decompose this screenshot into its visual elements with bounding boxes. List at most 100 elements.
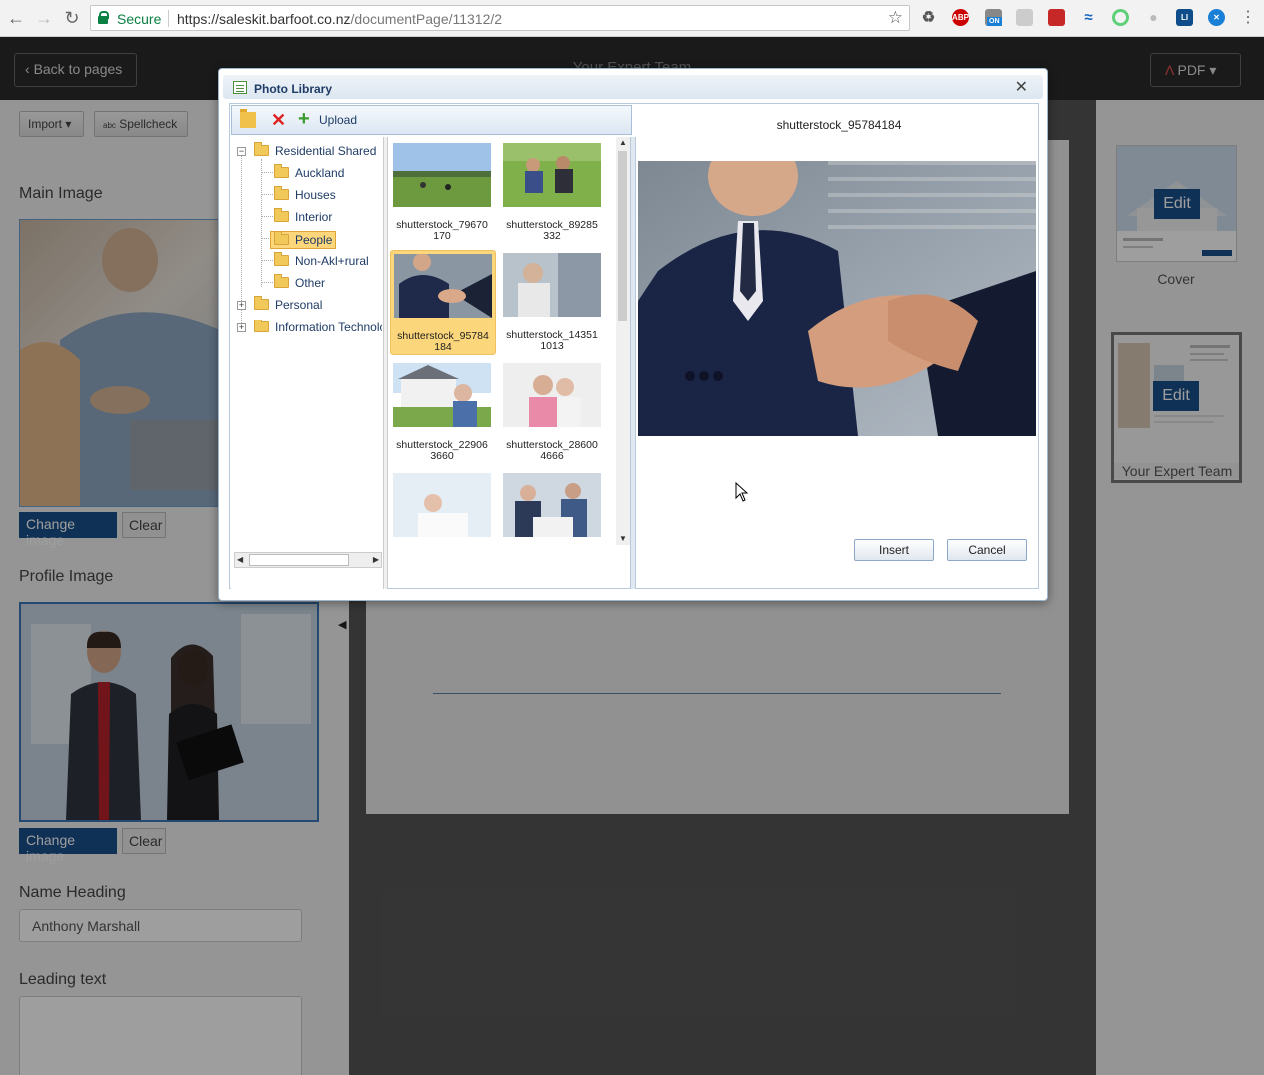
photo-cell[interactable]: shutterstock_14351 1013 [500,250,606,355]
delete-icon[interactable]: ✕ [271,111,287,129]
photo-thumbnail [503,473,601,537]
reload-icon[interactable]: ↻ [62,8,82,28]
close-icon[interactable]: ✕ [1015,77,1028,97]
tree-label: Personal [275,298,323,312]
scroll-down-icon[interactable]: ▼ [619,534,627,543]
upload-button[interactable]: Upload [319,113,357,127]
preview-image [638,161,1036,436]
dialog-body: ✕ + Upload − Residential Shared Auckland… [229,103,1039,589]
grid-splitter[interactable] [630,137,636,589]
tree-horizontal-scrollbar[interactable]: ◀ ▶ [234,552,382,568]
photo-cell[interactable]: shutterstock_89285 332 [500,140,606,245]
preview-filename: shutterstock_95784184 [776,118,902,132]
photo-caption: shutterstock_79670 170 [390,220,494,242]
folder-icon [274,274,289,288]
tree-node-people[interactable]: People [270,231,337,249]
preview-picture [638,161,1036,436]
tree-label: Interior [295,210,333,224]
ext-red-icon[interactable] [1048,9,1065,26]
caption-line: 3660 [430,450,454,462]
caption-line: 4666 [540,450,564,462]
photo-caption: shutterstock_14351 1013 [500,330,604,352]
ext-bulb-icon[interactable]: ● [1145,9,1162,26]
library-icon [233,81,247,94]
caption-line: 1013 [540,340,564,352]
mouse-cursor-icon [735,482,749,502]
photo-grid: shutterstock_79670 170 shutterstock_89285… [390,137,630,545]
upload-plus-icon[interactable]: + [298,109,314,129]
photo-cell-selected[interactable]: shutterstock_95784 184 [390,250,496,355]
folder-icon [274,231,289,245]
ext-circle-icon[interactable] [1112,9,1129,26]
scroll-left-icon[interactable]: ◀ [237,555,243,564]
photo-thumbnail [503,363,601,427]
photo-caption: shutterstock_95784 184 [391,331,495,353]
ext-li-icon[interactable]: LI [1176,9,1193,26]
expand-toggle-icon[interactable]: + [237,323,246,332]
photo-thumbnail [393,363,491,427]
scroll-thumb[interactable] [249,554,349,566]
tree-label: Residential Shared [275,144,377,158]
folder-icon [274,208,289,222]
photo-cell[interactable]: shutterstock_22906 3660 [390,360,496,465]
tree-node-non-akl-rural[interactable]: Non-Akl+rural [274,252,369,268]
recycle-icon[interactable]: ♻ [920,9,937,26]
caption-line: 184 [434,341,452,353]
tree-node-information-technology[interactable]: Information Technology [254,320,382,334]
scroll-up-icon[interactable]: ▲ [619,138,627,147]
bookmark-star-icon[interactable]: ☆ [888,8,903,28]
photo-cell[interactable]: shutterstock_79670 170 [390,140,496,245]
adblock-plus-icon[interactable]: ABP [952,9,969,26]
caption-line: 332 [543,230,561,242]
address-separator [168,10,169,27]
tree-label: Houses [295,188,336,202]
photo-cell[interactable] [390,470,496,545]
ext-blue-icon[interactable]: ✕ [1208,9,1225,26]
scroll-thumb[interactable] [618,151,627,321]
library-toolbar: ✕ + Upload [231,105,632,135]
folder-icon [254,142,269,156]
folder-tree: − Residential Shared Auckland Houses Int… [231,137,383,589]
folder-icon [254,320,269,332]
photo-library-dialog: Photo Library ✕ ✕ + Upload − Residential… [218,68,1048,601]
collapse-toggle-icon[interactable]: − [237,147,246,156]
forward-arrow-icon[interactable]: → [34,8,54,28]
photo-thumbnail [394,254,492,318]
grid-vertical-scrollbar[interactable]: ▲ ▼ [616,137,630,545]
back-arrow-icon[interactable]: ← [6,8,26,28]
expand-toggle-icon[interactable]: + [237,301,246,310]
folder-icon [274,252,289,266]
address-bar[interactable]: Secure https://saleskit.barfoot.co.nz/do… [90,5,910,31]
scroll-right-icon[interactable]: ▶ [373,555,379,564]
ext-wave-icon[interactable]: ≈ [1080,9,1097,26]
photo-cell[interactable]: shutterstock_28600 4666 [500,360,606,465]
photo-thumbnail [503,253,601,317]
folder-icon [254,296,269,310]
tree-label: Other [295,276,326,290]
chrome-menu-icon[interactable]: ⋮ [1238,8,1258,28]
folder-icon [274,186,289,200]
dialog-titlebar: Photo Library ✕ [223,75,1043,99]
photo-caption: shutterstock_22906 3660 [390,440,494,462]
photo-cell[interactable] [500,470,606,545]
url-path: /documentPage/11312/2 [350,11,503,27]
tree-node-personal[interactable]: Personal [254,296,323,312]
new-folder-icon[interactable] [240,109,256,128]
photo-caption: shutterstock_28600 4666 [500,440,604,462]
tree-node-houses[interactable]: Houses [274,186,336,202]
tree-node-other[interactable]: Other [274,274,326,290]
adblock-label: ABP [952,13,969,22]
tree-node-interior[interactable]: Interior [274,208,333,224]
caption-line: 170 [433,230,451,242]
tree-node-residential-shared[interactable]: Residential Shared [254,142,377,158]
tree-splitter[interactable] [383,137,388,589]
dialog-title: Photo Library [254,82,333,96]
tree-node-auckland[interactable]: Auckland [274,164,344,180]
secure-label: Secure [117,11,162,27]
ext-gray-icon[interactable] [1016,9,1033,26]
photo-caption: shutterstock_89285 332 [500,220,604,242]
cancel-button[interactable]: Cancel [947,539,1027,561]
insert-button[interactable]: Insert [854,539,934,561]
on-toggle-icon[interactable]: ON [985,9,1002,26]
photo-thumbnail [393,143,491,207]
